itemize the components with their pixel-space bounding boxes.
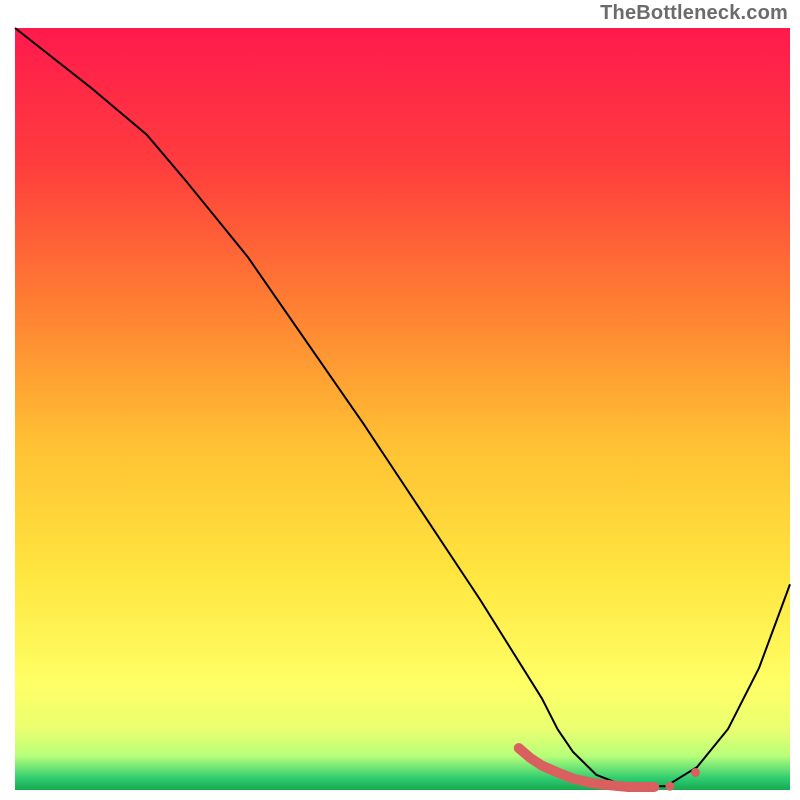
chart-canvas: TheBottleneck.com bbox=[0, 0, 800, 800]
highlight-dot-1 bbox=[665, 782, 674, 791]
chart-svg bbox=[0, 0, 800, 800]
plot-background bbox=[15, 28, 790, 790]
highlight-dot-2 bbox=[691, 768, 700, 777]
